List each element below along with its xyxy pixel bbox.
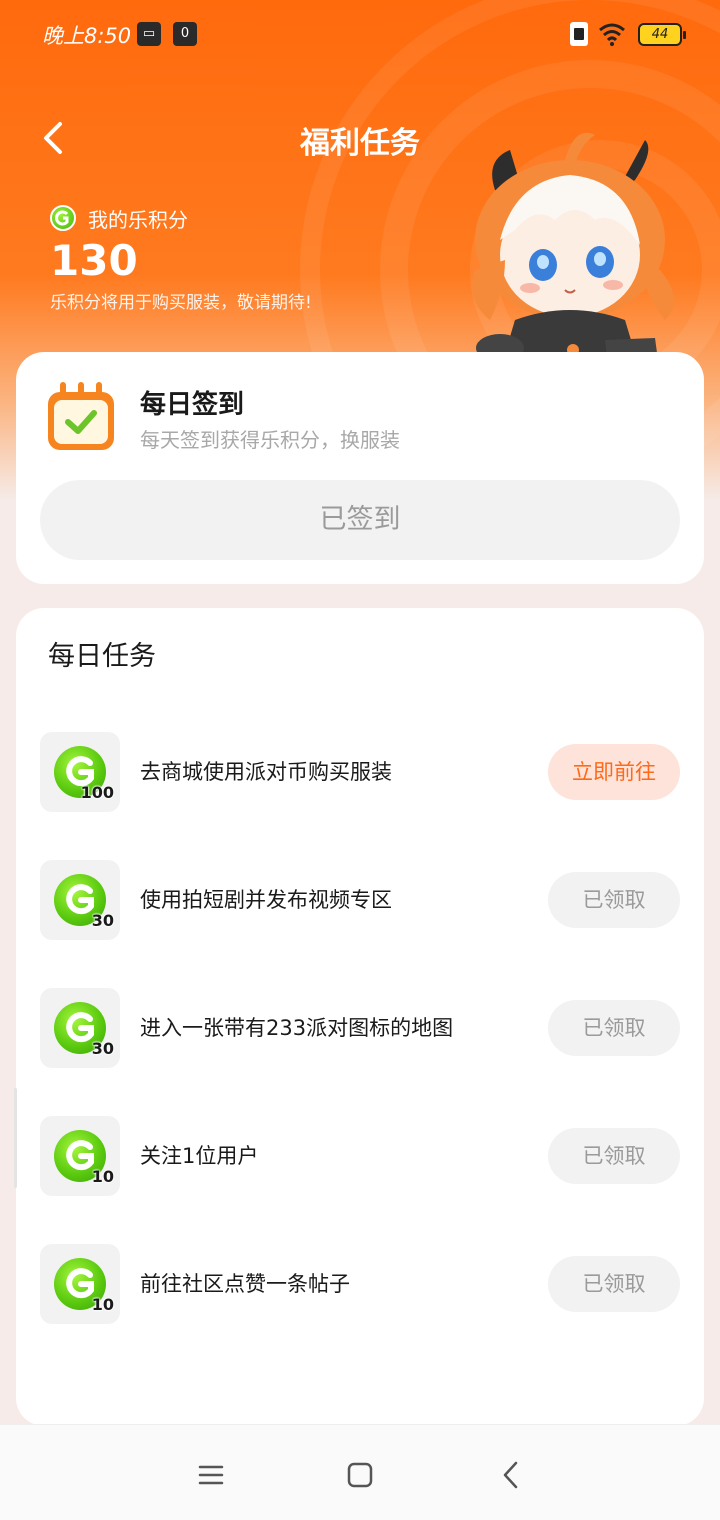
task-reward-icon: 100	[40, 732, 120, 812]
notification-icon: 0	[173, 22, 197, 46]
task-reward-amount: 30	[91, 1039, 114, 1058]
task-reward-icon: 10	[40, 1116, 120, 1196]
task-text: 进入一张带有233派对图标的地图	[140, 1016, 454, 1040]
points-label: 我的乐积分	[88, 207, 188, 232]
points-note: 乐积分将用于购买服装，敬请期待!	[50, 293, 312, 313]
signin-subtitle: 每天签到获得乐积分，换服装	[140, 428, 400, 452]
task-row: 30 进入一张带有233派对图标的地图 已领取	[40, 988, 680, 1068]
task-reward-amount: 10	[91, 1167, 114, 1186]
task-reward-icon: 30	[40, 988, 120, 1068]
task-row: 10 前往社区点赞一条帖子 已领取	[40, 1244, 680, 1324]
video-icon: ▭	[137, 22, 161, 46]
wifi-icon	[599, 23, 625, 46]
task-text: 关注1位用户	[140, 1144, 259, 1168]
home-icon[interactable]	[342, 1457, 378, 1493]
task-reward-amount: 10	[91, 1295, 114, 1314]
menu-icon[interactable]	[193, 1457, 229, 1493]
daily-tasks-card: 每日任务 100 去商城使用派对币购买服装 立即前往 30 使用拍短剧并发布视频…	[16, 608, 704, 1426]
task-text: 前往社区点赞一条帖子	[140, 1272, 350, 1296]
status-time: 晚上8:50	[42, 24, 132, 48]
task-reward-icon: 10	[40, 1244, 120, 1324]
signin-card: 每日签到 每天签到获得乐积分，换服装 已签到	[16, 352, 704, 584]
back-icon[interactable]	[494, 1457, 530, 1493]
system-nav-bar	[0, 1424, 720, 1520]
task-text: 去商城使用派对币购买服装	[140, 760, 392, 784]
signin-button[interactable]: 已签到	[40, 480, 680, 560]
task-reward-icon: 30	[40, 860, 120, 940]
task-go-button[interactable]: 立即前往	[548, 744, 680, 800]
task-text: 使用拍短剧并发布视频专区	[140, 888, 392, 912]
calendar-check-icon	[48, 382, 114, 450]
task-row: 10 关注1位用户 已领取	[40, 1116, 680, 1196]
coin-icon	[50, 205, 76, 231]
task-reward-amount: 100	[80, 783, 114, 802]
task-claimed-button[interactable]: 已领取	[548, 1128, 680, 1184]
tasks-title: 每日任务	[48, 641, 156, 672]
battery-indicator: 44	[638, 23, 686, 46]
task-claimed-button[interactable]: 已领取	[548, 872, 680, 928]
task-claimed-button[interactable]: 已领取	[548, 1256, 680, 1312]
points-label-row: 我的乐积分	[50, 203, 188, 233]
status-bar: 晚上8:50 ▭ 0 44	[0, 0, 720, 68]
task-claimed-button[interactable]: 已领取	[548, 1000, 680, 1056]
sim-icon	[570, 22, 588, 46]
task-row: 100 去商城使用派对币购买服装 立即前往	[40, 732, 680, 812]
edge-scroll-indicator	[14, 1088, 17, 1188]
task-reward-amount: 30	[91, 911, 114, 930]
points-value: 130	[50, 236, 138, 285]
task-row: 30 使用拍短剧并发布视频专区 已领取	[40, 860, 680, 940]
mascot-illustration	[472, 132, 674, 382]
signin-title: 每日签到	[140, 390, 245, 420]
